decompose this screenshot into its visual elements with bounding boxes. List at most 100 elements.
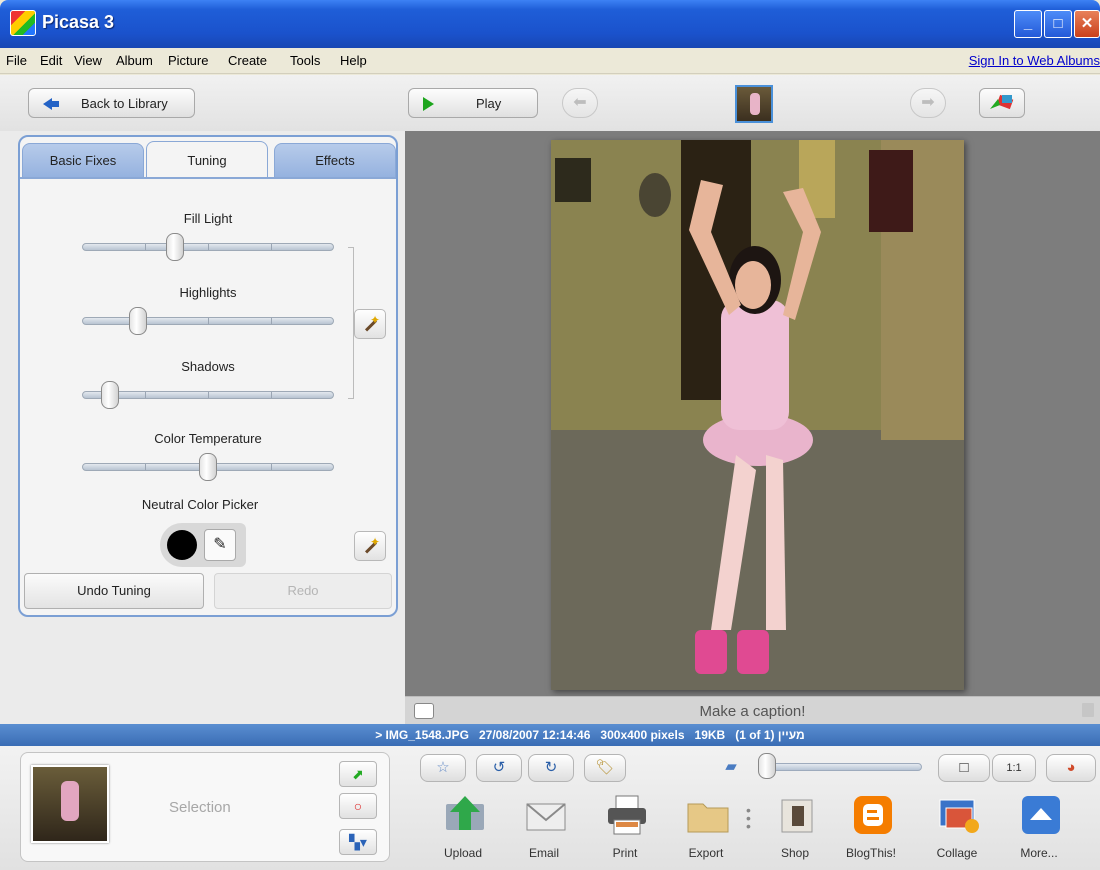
play-icon [423, 97, 434, 111]
clear-selection-button[interactable]: ○ [339, 793, 377, 819]
tab-basic-fixes[interactable]: Basic Fixes [22, 143, 144, 177]
star-icon: ☆ [436, 759, 450, 776]
auto-color-wand-button[interactable] [354, 531, 386, 561]
menu-bar: File Edit View Album Picture Create Tool… [0, 48, 1100, 74]
slider-tick [271, 244, 272, 250]
redo-button[interactable]: Redo [214, 573, 392, 609]
upload-icon [446, 796, 484, 830]
zoom-thumb[interactable] [758, 753, 776, 779]
print-button[interactable]: Print [590, 790, 660, 866]
share-icon [990, 94, 1014, 110]
email-icon [526, 803, 566, 831]
export-label: Export [688, 846, 724, 860]
more-button[interactable]: More... [1004, 790, 1074, 866]
undo-tuning-button[interactable]: Undo Tuning [24, 573, 204, 609]
fill-light-label: Fill Light [183, 211, 233, 226]
shadows-thumb[interactable] [100, 381, 119, 409]
status-position: (1 of 1) מעיין [735, 728, 805, 742]
email-button[interactable]: Email [509, 790, 579, 866]
back-to-library-button[interactable]: Back to Library [28, 88, 195, 118]
caption-bar: Make a caption! [405, 696, 1100, 724]
eyedropper-button[interactable]: ✎ [204, 529, 236, 561]
slider-tick [145, 464, 146, 470]
shop-button[interactable]: Shop [760, 790, 830, 866]
shadows-label: Shadows [181, 359, 235, 374]
print-icon [608, 795, 646, 835]
filmstrip-thumbnail[interactable] [735, 85, 773, 123]
selection-label: Selection [169, 799, 231, 816]
color-temperature-label: Color Temperature [154, 431, 262, 446]
status-datetime: 27/08/2007 12:14:46 [478, 728, 591, 742]
fill-light-slider[interactable] [82, 243, 334, 251]
green-pin-icon: ⬈ [352, 766, 364, 782]
edit-panel: Basic Fixes Tuning Effects Fill Light Hi… [0, 131, 405, 724]
slider-tick [271, 318, 272, 324]
menu-picture[interactable]: Picture [168, 53, 208, 68]
add-to-album-button[interactable]: ▚▾ [339, 829, 377, 855]
tab-effects[interactable]: Effects [274, 143, 396, 177]
menu-album[interactable]: Album [116, 53, 153, 68]
fill-light-thumb[interactable] [166, 233, 185, 261]
export-button[interactable]: Export [671, 790, 741, 866]
slider-tick [145, 392, 146, 398]
menu-file[interactable]: File [6, 53, 27, 68]
zoom-icon: ▰ [725, 758, 737, 775]
hold-pin-button[interactable]: ⬈ [339, 761, 377, 787]
slider-tick [271, 392, 272, 398]
sign-in-web-albums-link[interactable]: Sign In to Web Albums [969, 53, 1100, 68]
upload-label: Upload [443, 846, 483, 860]
blogthis-button[interactable]: BlogThis! [836, 790, 906, 866]
highlights-thumb[interactable] [128, 307, 147, 335]
menu-view[interactable]: View [74, 53, 102, 68]
slider-tick [208, 244, 209, 250]
play-button[interactable]: Play [408, 88, 538, 118]
highlights-slider[interactable] [82, 317, 334, 325]
previous-photo-button[interactable]: ⬅ [562, 88, 598, 118]
rotate-left-button[interactable]: ↺ [476, 754, 522, 782]
main-photo[interactable] [551, 140, 964, 690]
photo-tray: Selection ⬈ ○ ▚▾ [20, 752, 390, 862]
rotate-right-button[interactable]: ↻ [528, 754, 574, 782]
collage-button[interactable]: Collage [922, 790, 992, 866]
menu-help[interactable]: Help [340, 53, 367, 68]
blogger-icon [854, 796, 892, 834]
star-button[interactable]: ☆ [420, 754, 466, 782]
menu-tools[interactable]: Tools [290, 53, 320, 68]
color-temperature-thumb[interactable] [199, 453, 217, 481]
auto-contrast-wand-button[interactable] [354, 309, 386, 339]
zoom-fit-button[interactable]: □ [938, 754, 990, 782]
tag-button[interactable]: 🏷 [584, 754, 626, 782]
color-palette-button[interactable]: ◕ [1046, 754, 1096, 782]
menu-edit[interactable]: Edit [40, 53, 62, 68]
back-to-library-label: Back to Library [81, 96, 168, 111]
action-separator: • • • [746, 802, 751, 834]
close-button[interactable]: ✕ [1074, 10, 1100, 38]
zoom-slider[interactable] [764, 763, 922, 771]
trash-icon[interactable] [1082, 703, 1094, 717]
print-label: Print [612, 846, 638, 860]
upload-button[interactable]: Upload [428, 790, 498, 866]
tray-thumbnail[interactable] [31, 765, 109, 843]
status-info: > IMG_1548.JPG 27/08/2007 12:14:46 300x4… [0, 728, 1100, 742]
maximize-button[interactable]: □ [1044, 10, 1072, 38]
neutral-color-picker: ✎ [160, 523, 246, 567]
tab-divider [20, 177, 396, 179]
minimize-button[interactable]: _ [1014, 10, 1042, 38]
status-size: 19KB [694, 728, 726, 742]
status-filename: > IMG_1548.JPG [375, 728, 469, 742]
picasa-logo-icon [10, 10, 36, 36]
rotate-right-icon: ↻ [544, 759, 558, 776]
share-photos-button[interactable] [979, 88, 1025, 118]
zoom-actual-size-button[interactable]: 1:1 [992, 754, 1036, 782]
more-label: More... [1020, 846, 1058, 860]
next-photo-button[interactable]: ➡ [910, 88, 946, 118]
title-bar: Picasa 3 _ □ ✕ [0, 0, 1100, 48]
shadows-slider[interactable] [82, 391, 334, 399]
caption-input[interactable]: Make a caption! [405, 703, 1100, 720]
slider-tick [145, 244, 146, 250]
ballerina-photo-illustration [551, 140, 964, 690]
chevron-up-icon [1022, 796, 1060, 834]
menu-create[interactable]: Create [228, 53, 267, 68]
tab-tuning[interactable]: Tuning [146, 141, 268, 179]
play-label: Play [476, 96, 502, 111]
